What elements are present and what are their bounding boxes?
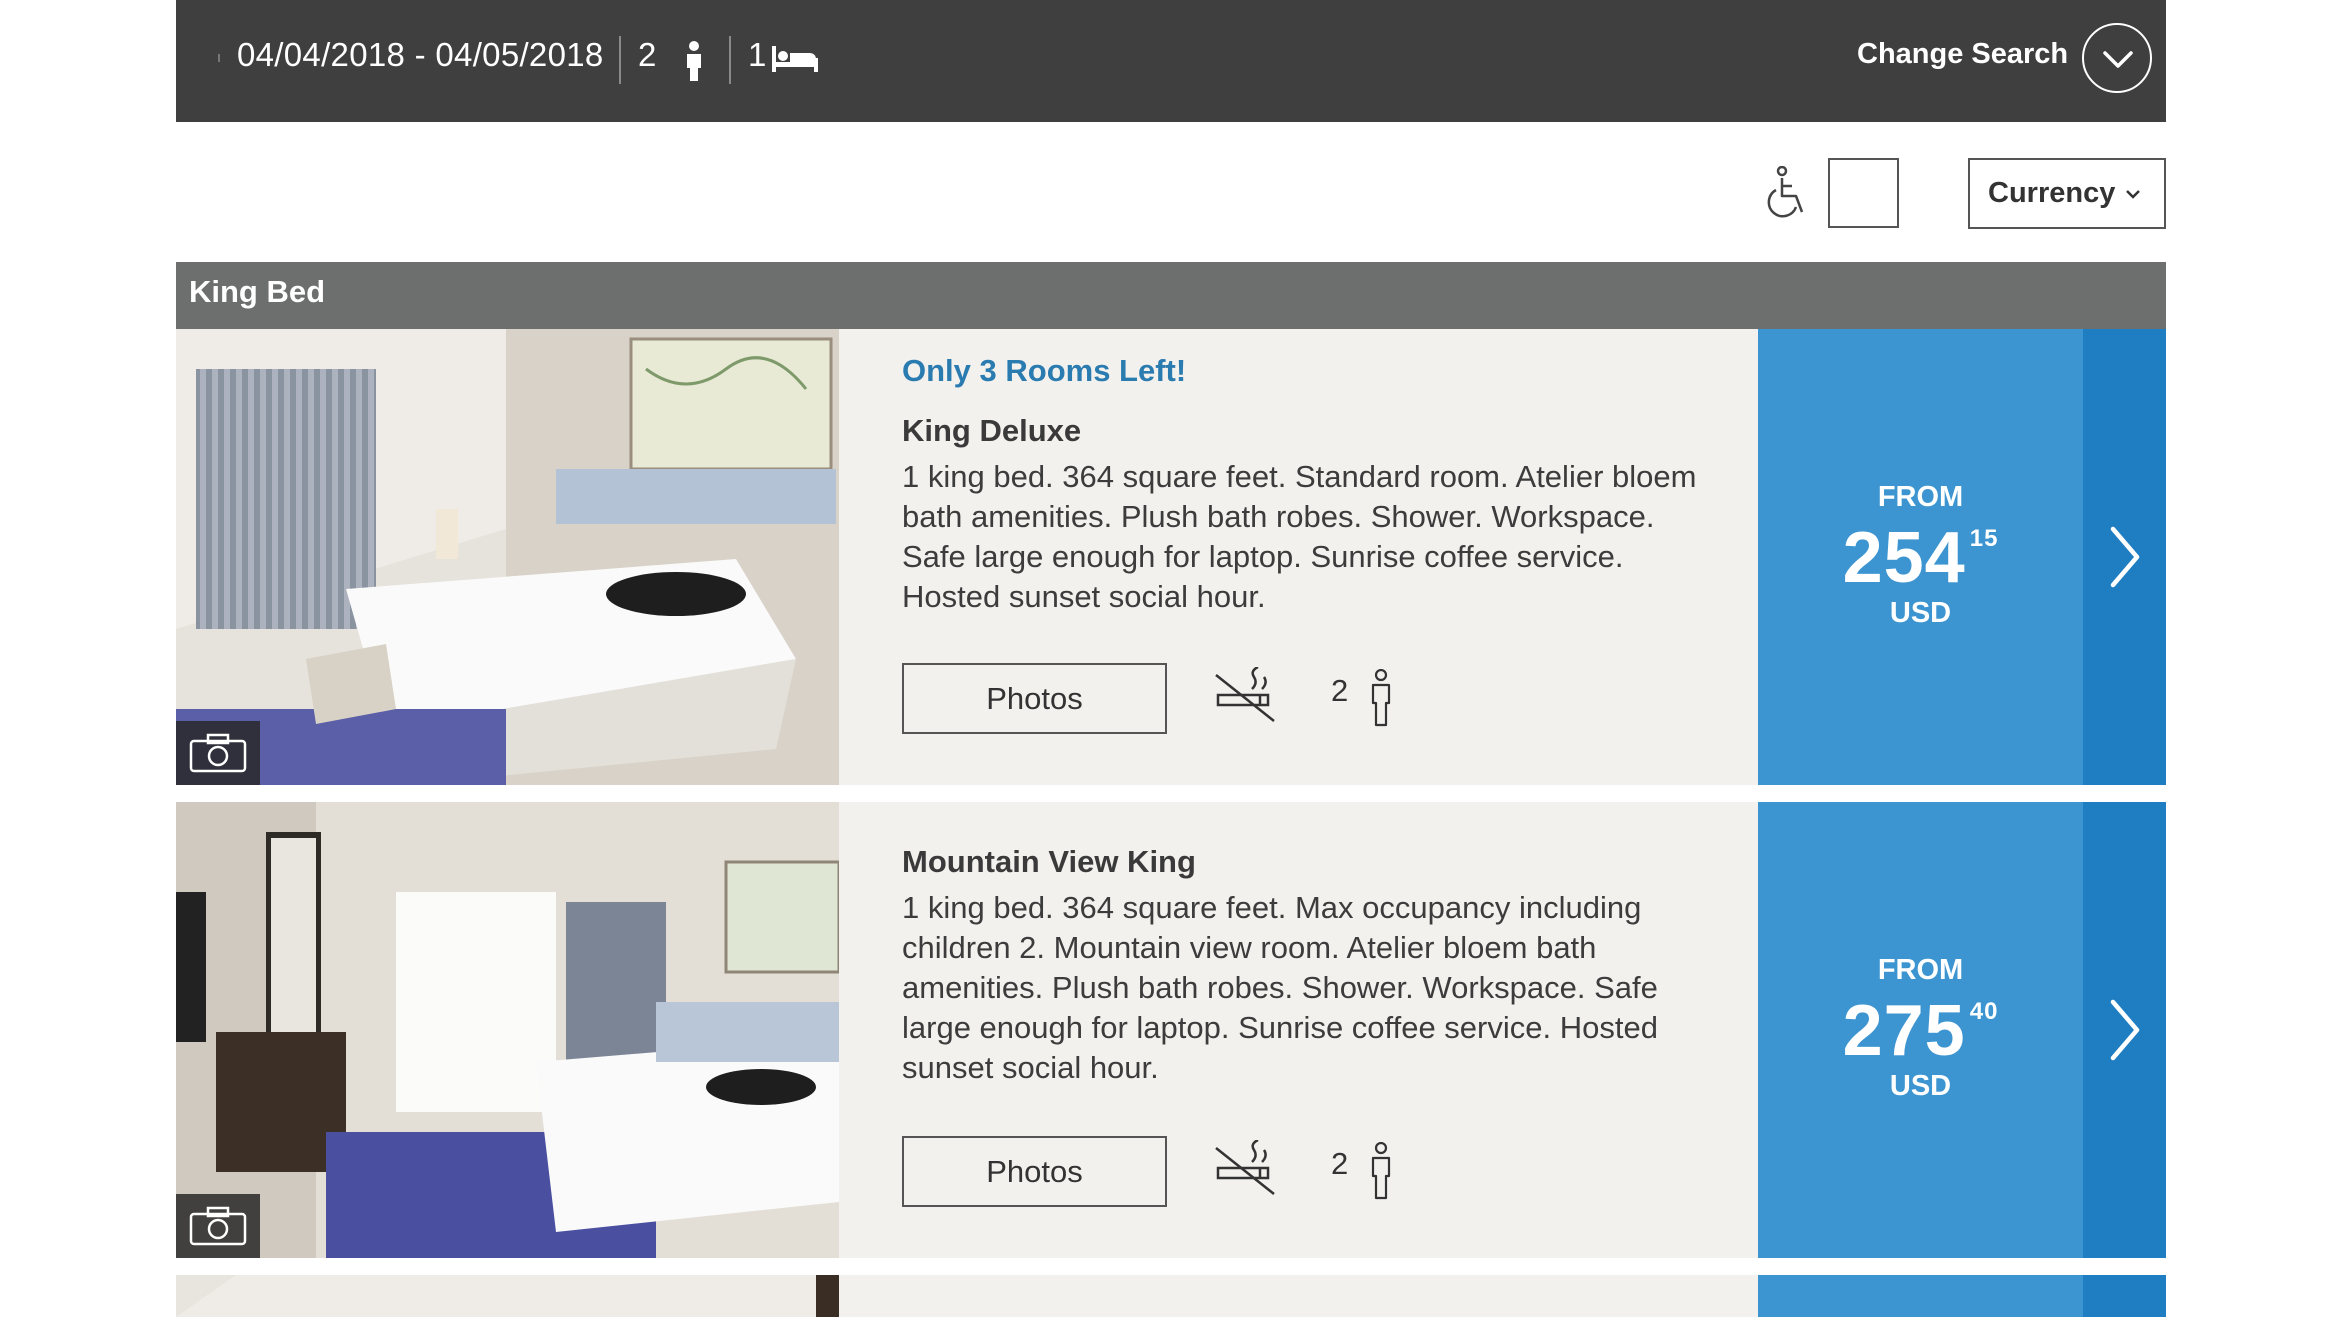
price-currency: USD (1889, 597, 1952, 629)
room-photo-image (176, 1275, 839, 1317)
price-amount: 254 15 (1758, 517, 2083, 599)
no-smoking-icon (1215, 667, 1275, 722)
gallery-button[interactable] (176, 721, 260, 785)
currency-label: Currency (1988, 177, 2116, 209)
price-cents: 15 (1969, 525, 1999, 552)
date-range: 04/04/2018 - 04/05/2018 (237, 36, 604, 73)
room-card: Mountain View King 1 king bed. 364 squar… (176, 802, 2166, 1258)
camera-icon (189, 1206, 247, 1246)
price-currency: USD (1889, 1070, 1952, 1102)
price-button[interactable]: FROM 254 15 USD (1758, 329, 2083, 785)
accessible-room-checkbox[interactable] (1828, 158, 1899, 228)
select-room-button[interactable] (2083, 1275, 2166, 1317)
room-count: 1 (748, 36, 767, 73)
occupant-icon (1371, 669, 1391, 727)
room-name: King Deluxe (902, 413, 1082, 448)
guest-count: 2 (638, 36, 657, 73)
room-photo[interactable] (176, 802, 839, 1258)
room-selection-page: 04/04/2018 - 04/05/2018 2 1 Change Searc… (0, 0, 2341, 1317)
price-cents: 40 (1969, 998, 1999, 1025)
room-name: Mountain View King (902, 844, 1196, 879)
room-category-title: King Bed (189, 274, 326, 309)
room-photo-image (176, 329, 839, 785)
price-button[interactable] (1758, 1275, 2083, 1317)
price-whole: 275 (1842, 991, 1966, 1071)
occupant-icon (1371, 1142, 1391, 1200)
chevron-down-icon (2126, 189, 2141, 199)
change-search-link[interactable]: Change Search (1857, 38, 2068, 71)
search-summary-bar: 04/04/2018 - 04/05/2018 2 1 Change Searc… (176, 0, 2166, 122)
person-icon (687, 41, 701, 81)
divider (619, 36, 621, 84)
room-description: 1 king bed. 364 square feet. Max occupan… (902, 890, 1658, 1085)
bed-icon (772, 46, 818, 72)
select-room-button[interactable] (2083, 329, 2166, 785)
price-amount: 275 40 (1758, 990, 2083, 1072)
no-smoking-icon (1215, 1140, 1275, 1195)
room-photo[interactable] (176, 1275, 839, 1317)
rooms-left-notice: Only 3 Rooms Left! (902, 353, 1187, 388)
divider (729, 36, 731, 84)
chevron-right-icon (2110, 999, 2140, 1061)
photos-button[interactable]: Photos (902, 663, 1167, 734)
room-category-header: King Bed (176, 262, 2166, 329)
room-photo[interactable] (176, 329, 839, 785)
price-button[interactable]: FROM 275 40 USD (1758, 802, 2083, 1258)
currency-dropdown[interactable]: Currency (1968, 158, 2166, 229)
price-whole: 254 (1842, 518, 1966, 598)
room-card: Only 3 Rooms Left! King Deluxe 1 king be… (176, 329, 2166, 785)
price-from-label: FROM (1877, 481, 1964, 513)
select-room-button[interactable] (2083, 802, 2166, 1258)
occupancy-count: 2 (1331, 673, 1349, 708)
bar-tick (218, 54, 220, 62)
occupancy-count: 2 (1331, 1146, 1349, 1181)
chevron-down-icon (2103, 51, 2133, 68)
change-search-button[interactable] (2082, 23, 2152, 93)
room-description: 1 king bed. 364 square feet. Standard ro… (902, 459, 1697, 614)
price-from-label: FROM (1877, 954, 1964, 986)
camera-icon (189, 733, 247, 773)
chevron-right-icon (2110, 526, 2140, 588)
photos-button[interactable]: Photos (902, 1136, 1167, 1207)
room-card (176, 1275, 2166, 1317)
wheelchair-icon (1767, 166, 1804, 218)
gallery-button[interactable] (176, 1194, 260, 1258)
room-photo-image (176, 802, 839, 1258)
